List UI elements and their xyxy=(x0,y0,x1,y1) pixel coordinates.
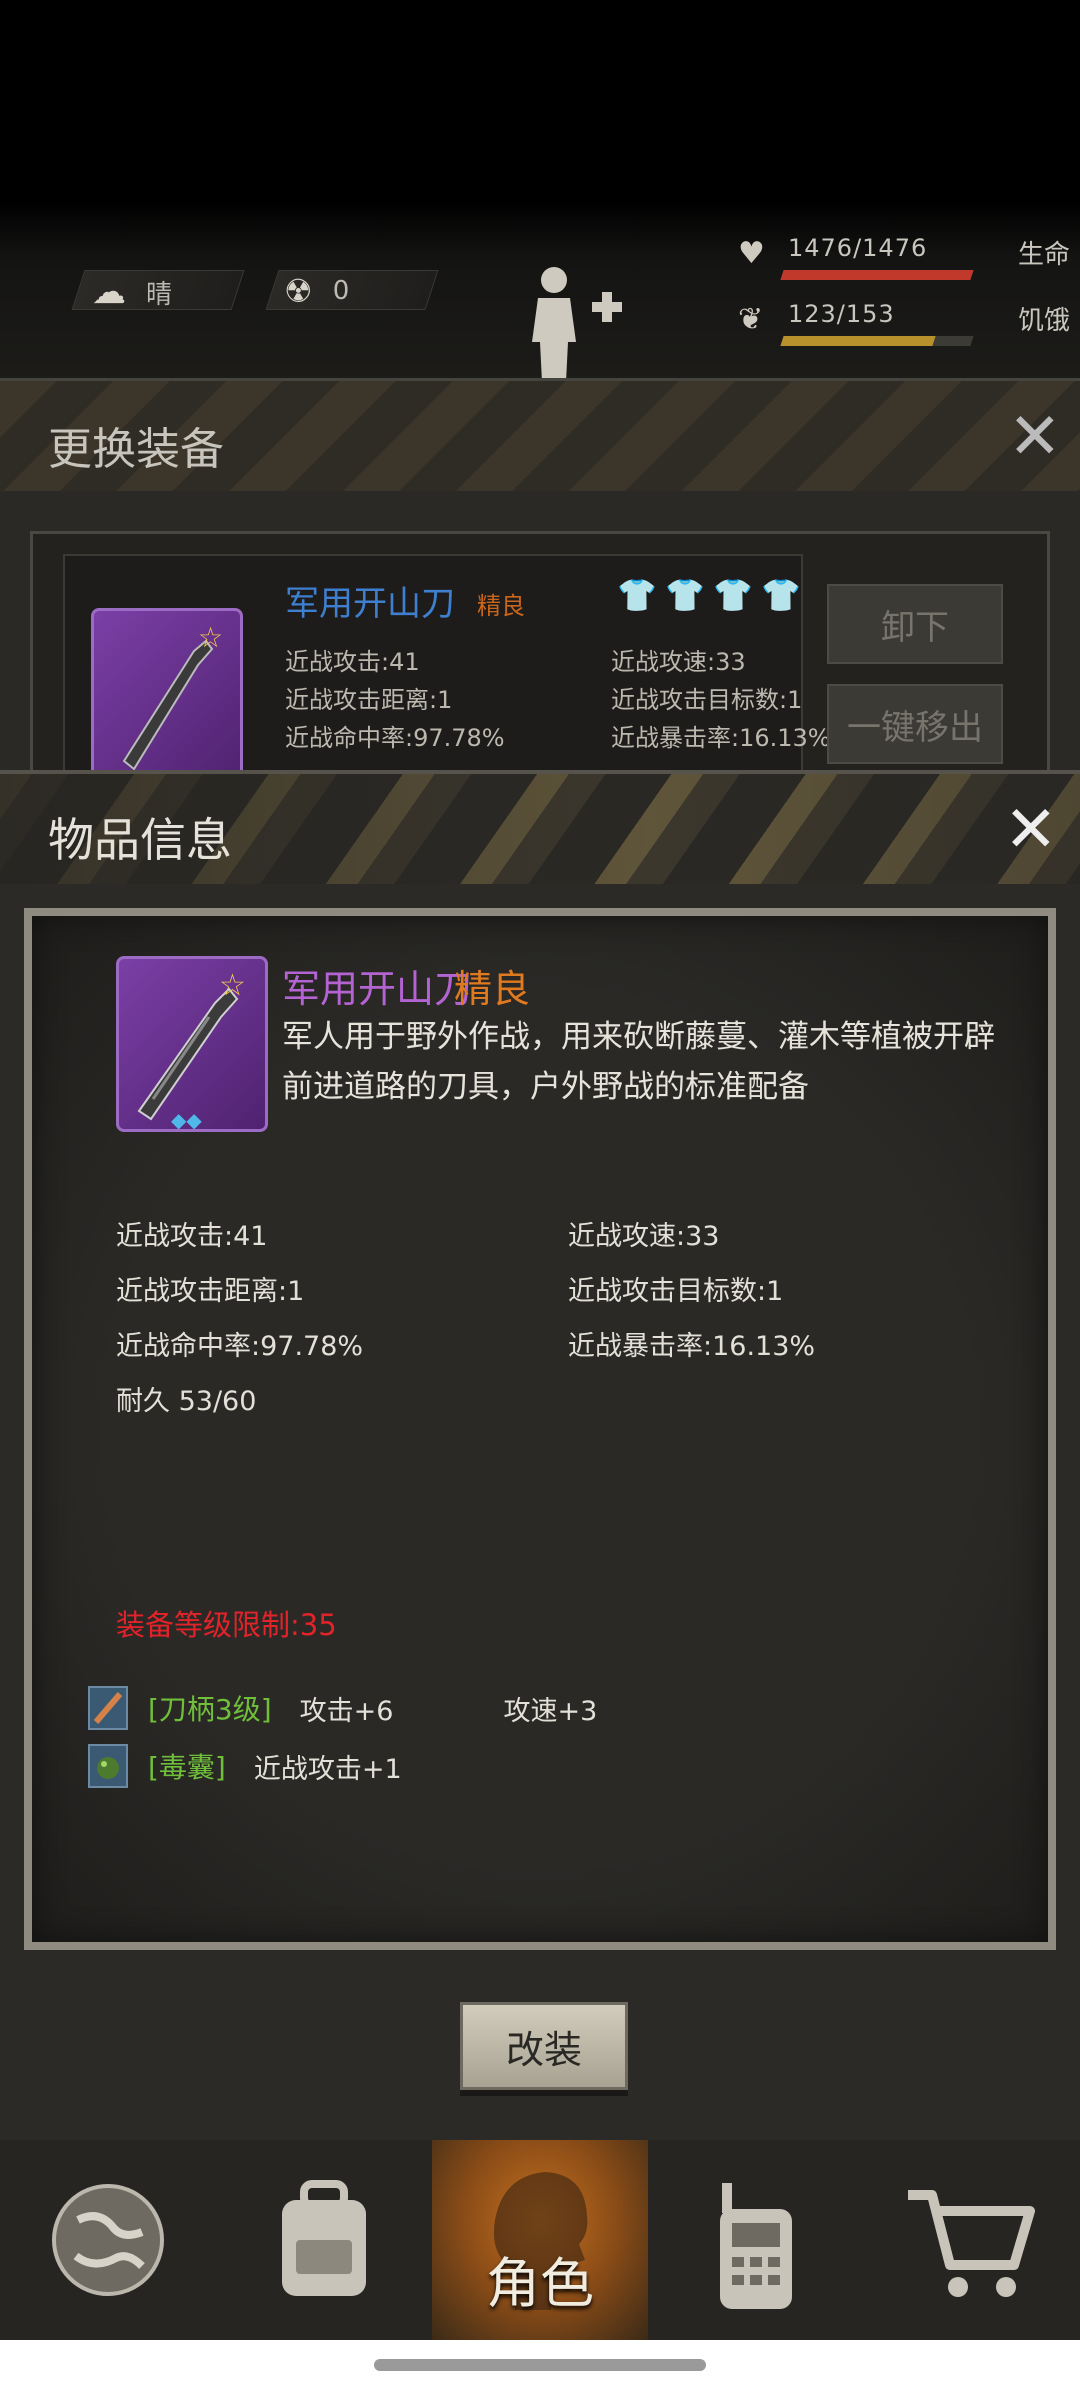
modify-button[interactable]: 改装 xyxy=(460,2002,628,2090)
weather-label: 晴 xyxy=(146,279,173,310)
knife-handle-icon xyxy=(88,1686,128,1730)
item-durability: 耐久 53/60 xyxy=(116,1386,257,1417)
machete-icon: ☆ ◆◆ xyxy=(137,968,246,1132)
nav-world-map[interactable] xyxy=(0,2140,216,2340)
shopping-cart-icon xyxy=(908,2190,1035,2297)
item-stat: 近战暴击率:16.13% xyxy=(568,1331,816,1362)
equip-stat: 近战攻击:41 xyxy=(285,648,420,676)
backpack-icon xyxy=(282,2180,366,2296)
shirt-slot-icon: 👕 xyxy=(665,576,705,614)
equipped-item-thumbnail: ☆ xyxy=(91,608,243,788)
item-info-panel: ☆ ◆◆ 军用开山刀 精良 军人用于野外作战，用来砍断藤蔓、灌木等植被开辟前进道… xyxy=(24,908,1056,1950)
shirt-slot-icon: 👕 xyxy=(713,576,753,614)
unequip-button[interactable]: 卸下 xyxy=(827,584,1003,664)
mod-row[interactable]: [刀柄3级] 攻击+6 攻速+3 xyxy=(88,1686,597,1730)
heart-icon: ♥ xyxy=(738,236,765,271)
stomach-icon: ❦ xyxy=(738,302,764,337)
info-dialog-title: 物品信息 xyxy=(48,813,232,867)
mod-name: [刀柄3级] xyxy=(148,1693,272,1726)
equip-stat: 近战命中率:97.78% xyxy=(285,724,505,752)
svg-text:◆◆: ◆◆ xyxy=(171,1108,202,1129)
radiation-icon: ☢ xyxy=(284,272,313,310)
hunger-bar xyxy=(780,336,974,346)
item-stat: 近战攻击目标数:1 xyxy=(568,1276,784,1307)
nav-character[interactable]: 角色 xyxy=(432,2140,648,2340)
equip-stat: 近战暴击率:16.13% xyxy=(611,724,831,752)
hunger-label: 饥饿 xyxy=(1017,306,1070,336)
equipped-item-quality: 精良 xyxy=(477,592,525,620)
item-stat: 近战攻击:41 xyxy=(116,1221,268,1252)
poison-sac-icon xyxy=(88,1744,128,1788)
mod-name: [毒囊] xyxy=(148,1751,226,1784)
level-limit: 装备等级限制:35 xyxy=(116,1608,337,1642)
equip-stat: 近战攻速:33 xyxy=(611,648,746,676)
nav-radio[interactable] xyxy=(648,2140,864,2340)
mod-effect: 攻速+3 xyxy=(503,1695,598,1727)
item-thumbnail: ☆ ◆◆ xyxy=(116,956,268,1132)
mod-row[interactable]: [毒囊] 近战攻击+1 xyxy=(88,1744,402,1788)
mod-effect: 攻击+6 xyxy=(299,1695,394,1727)
shirt-slot-icon: 👕 xyxy=(761,576,801,614)
nav-character-label: 角色 xyxy=(486,2252,594,2315)
item-name: 军用开山刀 xyxy=(282,967,473,1011)
item-stat: 近战攻击距离:1 xyxy=(116,1276,305,1307)
item-info-content: ☆ ◆◆ 军用开山刀 精良 军人用于野外作战，用来砍断藤蔓、灌木等植被开辟前进道… xyxy=(32,916,1048,1942)
nav-shop[interactable] xyxy=(864,2140,1080,2340)
item-stat: 近战命中率:97.78% xyxy=(116,1331,364,1362)
nav-backpack[interactable] xyxy=(216,2140,432,2340)
hunger-value: 123/153 xyxy=(788,300,895,328)
hunger-bar-fill xyxy=(780,336,936,346)
body-health-button[interactable] xyxy=(520,262,630,382)
info-close-icon[interactable]: ✕ xyxy=(1004,798,1058,862)
equip-stat: 近战攻击距离:1 xyxy=(285,686,453,714)
svg-text:☆: ☆ xyxy=(198,621,223,654)
home-indicator[interactable] xyxy=(374,2359,706,2371)
radiation-value: 0 xyxy=(332,276,350,306)
item-stat: 近战攻速:33 xyxy=(568,1221,720,1252)
equip-close-icon[interactable]: ✕ xyxy=(1008,405,1062,469)
equipped-item-name: 军用开山刀 xyxy=(285,584,455,624)
equip-stat: 近战攻击目标数:1 xyxy=(611,686,803,714)
globe-icon xyxy=(52,2184,164,2296)
equip-dialog-header: 更换装备 ✕ xyxy=(0,381,1080,491)
health-stat[interactable]: ♥ 1476/1476 生命 xyxy=(730,234,1070,290)
item-description: 军人用于野外作战，用来砍断藤蔓、灌木等植被开辟前进道路的刀具，户外野战的标准配备 xyxy=(282,1019,995,1105)
bottom-nav: 角色 xyxy=(0,2140,1080,2340)
equip-dialog-title: 更换装备 xyxy=(48,424,224,475)
hunger-stat[interactable]: ❦ 123/153 饥饿 xyxy=(730,300,1070,356)
status-area: ☁ 晴 ☢ 0 ♥ 1476/1476 生命 ❦ 123/153 饥饿 xyxy=(0,0,1080,400)
walkie-talkie-icon xyxy=(720,2183,792,2309)
item-info-dialog: 物品信息 ✕ ☆ ◆◆ 军用开山刀 精良 军人用于野外作战，用来砍断藤蔓、灌木等… xyxy=(0,770,1080,2140)
svg-text:☆: ☆ xyxy=(219,968,246,1003)
health-value: 1476/1476 xyxy=(788,234,928,262)
body-figure-icon xyxy=(532,267,622,382)
remove-all-button[interactable]: 一键移出 xyxy=(827,684,1003,764)
shirt-slot-icon: 👕 xyxy=(617,576,657,614)
machete-icon: ☆ xyxy=(122,621,223,771)
weather-pill[interactable]: ☁ 晴 xyxy=(92,272,172,312)
cloud-sun-icon: ☁ xyxy=(92,272,126,312)
health-bar xyxy=(780,270,974,280)
system-home-bar xyxy=(0,2340,1080,2390)
item-quality: 精良 xyxy=(454,967,531,1011)
radiation-pill[interactable]: ☢ 0 xyxy=(284,272,349,310)
health-label: 生命 xyxy=(1017,240,1070,270)
change-equipment-dialog: 更换装备 ✕ ☆ 军用开山刀 精良 近战攻击:41 近战攻速:33 近战攻击距离… xyxy=(0,378,1080,831)
health-bar-fill xyxy=(780,270,974,280)
mod-effect: 近战攻击+1 xyxy=(253,1753,402,1785)
